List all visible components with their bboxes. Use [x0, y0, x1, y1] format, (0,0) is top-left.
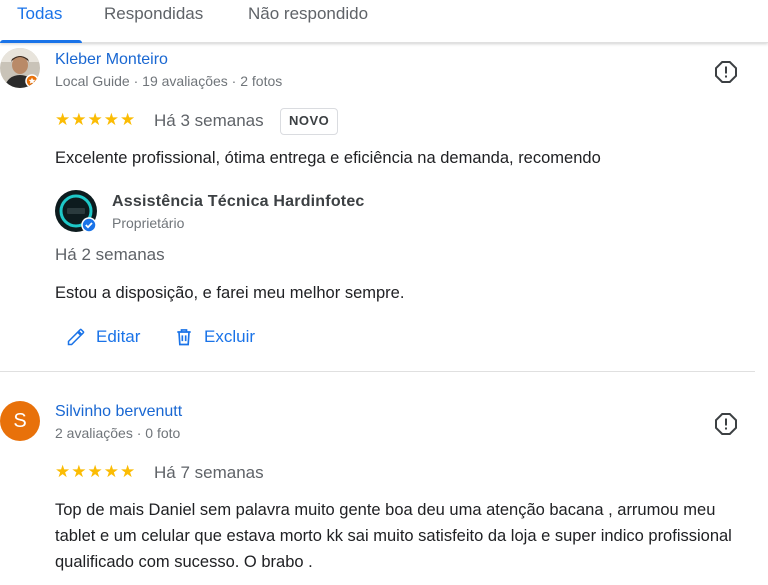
reviewer-meta: 2 avaliações · 0 foto	[55, 425, 181, 441]
review-date: Há 3 semanas	[154, 111, 264, 130]
active-tab-indicator	[0, 40, 82, 43]
reviewer-avatar[interactable]: S	[0, 401, 40, 441]
review-text: Top de mais Daniel sem palavra muito gen…	[55, 501, 732, 571]
trash-icon	[177, 329, 191, 346]
edit-label: Editar	[96, 327, 141, 346]
review-date: Há 7 semanas	[154, 463, 264, 482]
tab-nao-respondido[interactable]: Não respondido	[248, 4, 368, 24]
owner-logo	[55, 190, 97, 233]
reviewer-name[interactable]: Silvinho bervenutt	[55, 403, 182, 421]
new-badge: NOVO	[280, 108, 339, 135]
owner-role: Proprietário	[112, 215, 185, 231]
tab-label: Não respondido	[248, 4, 369, 23]
tab-label: Todas	[17, 4, 63, 23]
report-review-button[interactable]	[714, 60, 738, 84]
review-text: Excelente profissional, ótima entrega e …	[55, 149, 601, 167]
tab-todas[interactable]: Todas	[17, 4, 62, 24]
tab-bar: Todas Respondidas Não respondido	[0, 0, 768, 43]
pencil-icon	[67, 328, 85, 346]
avatar-letter: S	[13, 409, 27, 432]
avatar-photo-icon	[0, 48, 40, 88]
star-rating: ★★★★★	[55, 110, 137, 129]
delete-label: Excluir	[204, 327, 256, 346]
edit-reply-button[interactable]: Editar	[66, 325, 140, 349]
reply-date: Há 2 semanas	[55, 245, 165, 264]
review-divider	[0, 371, 755, 372]
owner-name: Assistência Técnica Hardinfotec	[112, 193, 365, 210]
business-logo-icon	[55, 190, 97, 233]
tab-respondidas[interactable]: Respondidas	[104, 4, 203, 24]
reviewer-meta: Local Guide · 19 avaliações · 2 fotos	[55, 73, 283, 89]
report-review-button[interactable]	[714, 412, 738, 436]
report-icon	[715, 413, 737, 435]
reviewer-name[interactable]: Kleber Monteiro	[55, 51, 168, 69]
report-icon	[715, 61, 737, 83]
delete-reply-button[interactable]: Excluir	[174, 325, 255, 349]
reply-text: Estou a disposição, e farei meu melhor s…	[55, 284, 405, 302]
star-rating: ★★★★★	[55, 462, 137, 481]
tab-label: Respondidas	[104, 4, 204, 23]
reviewer-avatar[interactable]	[0, 48, 40, 88]
